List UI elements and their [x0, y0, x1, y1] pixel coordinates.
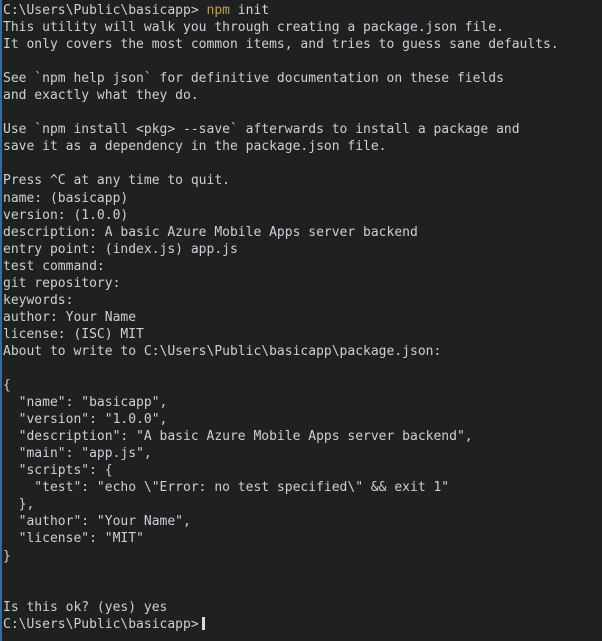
output-line: { [3, 378, 11, 394]
output-line: entry point: (index.js) app.js [3, 241, 238, 257]
output-line: "description": "A basic Azure Mobile App… [3, 429, 473, 445]
output-line: "name": "basicapp", [3, 395, 168, 411]
output-line: author: Your Name [3, 309, 137, 325]
output-line: "license": "MIT" [3, 531, 144, 547]
command-line: C:\Users\Public\basicapp> npm init [3, 2, 602, 19]
output-line: test command: [3, 258, 105, 274]
text-cursor[interactable] [201, 616, 205, 630]
output-line: "test": "echo \"Error: no test specified… [3, 480, 450, 496]
terminal-output-area[interactable]: C:\Users\Public\basicapp> npm init This u… [0, 0, 602, 633]
output-line: "main": "app.js", [3, 446, 152, 462]
output-line: license: (ISC) MIT [3, 326, 144, 342]
output-line: See `npm help json` for definitive docum… [3, 71, 504, 87]
output-line: description: A basic Azure Mobile Apps s… [3, 224, 418, 240]
window-edge-accent [0, 0, 2, 641]
output-line: keywords: [3, 292, 74, 308]
active-prompt-line: C:\Users\Public\basicapp> [3, 616, 602, 633]
output-line: Use `npm install <pkg> --save` afterward… [3, 122, 520, 138]
output-line: This utility will walk you through creat… [3, 20, 504, 36]
output-line: "author": "Your Name", [3, 514, 191, 530]
output-line: git repository: [3, 275, 121, 291]
output-line: Is this ok? (yes) yes [3, 599, 168, 615]
output-line: "version": "1.0.0", [3, 412, 168, 428]
terminal-window[interactable]: C:\Users\Public\basicapp> npm init This u… [0, 0, 602, 641]
command-name: npm [198, 3, 230, 18]
output-line: save it as a dependency in the package.j… [3, 139, 387, 155]
output-line: } [3, 548, 11, 564]
output-line: name: (basicapp) [3, 190, 129, 206]
output-line: }, [3, 497, 35, 513]
shell-prompt: C:\Users\Public\basicapp> [3, 616, 199, 632]
output-line: version: (1.0.0) [3, 207, 129, 223]
output-line: It only covers the most common items, an… [3, 37, 559, 53]
output-line: and exactly what they do. [3, 88, 199, 104]
shell-prompt: C:\Users\Public\basicapp> [3, 3, 199, 18]
output-line: "scripts": { [3, 463, 113, 479]
command-argument: init [229, 3, 270, 18]
output-line: About to write to C:\Users\Public\basica… [3, 343, 442, 359]
output-line: Press ^C at any time to quit. [3, 173, 230, 189]
